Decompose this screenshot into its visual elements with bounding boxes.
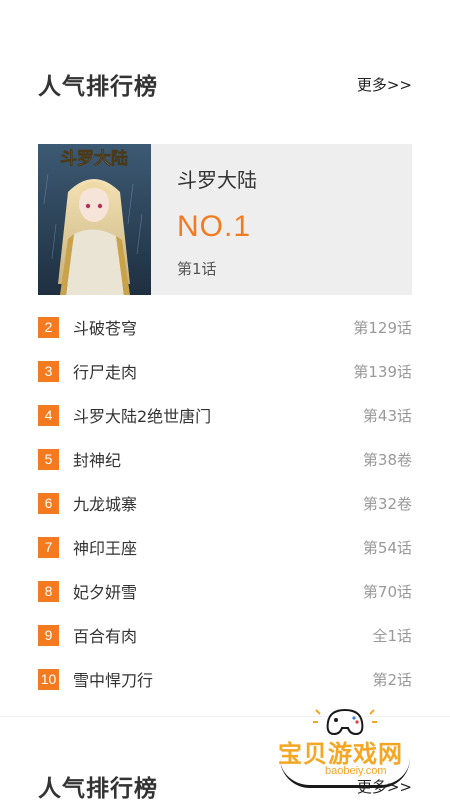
rank-badge: 2 [38, 316, 59, 338]
rank-list: 2 斗破苍穹 第129话 3 行尸走肉 第139话 4 斗罗大陆2绝世唐门 第43话 5 封神… [38, 305, 412, 701]
list-item[interactable]: 7 神印王座 第54话 [38, 525, 412, 569]
more-link[interactable]: 更多>> [357, 74, 412, 95]
rank-badge: 9 [38, 624, 59, 646]
rank-badge: 5 [38, 448, 59, 470]
top-rank-card[interactable]: 斗罗大陆 斗罗大陆 NO.1 第1话 [38, 144, 412, 295]
top-episode: 第1话 [177, 260, 217, 278]
top-card-info: 斗罗大陆 NO.1 第1话 [151, 144, 257, 295]
section-header: 人气排行榜 更多>> [38, 64, 412, 104]
rank-badge: 6 [38, 492, 59, 514]
episode-label: 第129话 [353, 318, 412, 337]
cover-title: 斗罗大陆 [60, 148, 128, 169]
list-item[interactable]: 2 斗破苍穹 第129话 [38, 305, 412, 349]
comic-name: 百合有肉 [73, 627, 138, 646]
comic-name: 九龙城寨 [73, 495, 138, 514]
top-rank-label: NO.1 [177, 210, 252, 243]
episode-label: 第139话 [353, 362, 412, 381]
episode-label: 第70话 [362, 582, 412, 601]
list-item[interactable]: 9 百合有肉 全1话 [38, 613, 412, 657]
list-item[interactable]: 8 妃夕妍雪 第70话 [38, 569, 412, 613]
episode-label: 第2话 [372, 670, 412, 689]
rank-badge: 4 [38, 404, 59, 426]
rank-badge: 3 [38, 360, 59, 382]
episode-label: 第38卷 [362, 450, 412, 469]
comic-cover: 斗罗大陆 [38, 144, 151, 295]
list-item[interactable]: 10 雪中悍刀行 第2话 [38, 657, 412, 701]
watermark-text: 宝贝游戏网 [278, 740, 403, 768]
comic-name: 妃夕妍雪 [73, 583, 138, 602]
rank-badge: 7 [38, 536, 59, 558]
episode-label: 全1话 [372, 626, 412, 645]
list-item[interactable]: 4 斗罗大陆2绝世唐门 第43话 [38, 393, 412, 437]
comic-name: 斗罗大陆2绝世唐门 [73, 407, 212, 426]
watermark-url: baobeiy.com [322, 765, 390, 777]
comic-name: 雪中悍刀行 [73, 671, 154, 690]
episode-label: 第32卷 [362, 494, 412, 513]
rank-badge: 8 [38, 580, 59, 602]
list-item[interactable]: 5 封神纪 第38卷 [38, 437, 412, 481]
comic-name: 封神纪 [73, 451, 122, 470]
watermark: 宝贝游戏网 baobeiy.com [270, 700, 420, 790]
list-item[interactable]: 3 行尸走肉 第139话 [38, 349, 412, 393]
top-comic-title: 斗罗大陆 [177, 168, 257, 192]
comic-name: 行尸走肉 [73, 363, 138, 382]
comic-name: 神印王座 [73, 539, 138, 558]
section-title: 人气排行榜 [38, 776, 158, 800]
comic-name: 斗破苍穹 [73, 319, 138, 338]
rank-badge: 10 [38, 668, 59, 690]
episode-label: 第54话 [362, 538, 412, 557]
episode-label: 第43话 [362, 406, 412, 425]
list-item[interactable]: 6 九龙城寨 第32卷 [38, 481, 412, 525]
section-title: 人气排行榜 [38, 74, 158, 100]
